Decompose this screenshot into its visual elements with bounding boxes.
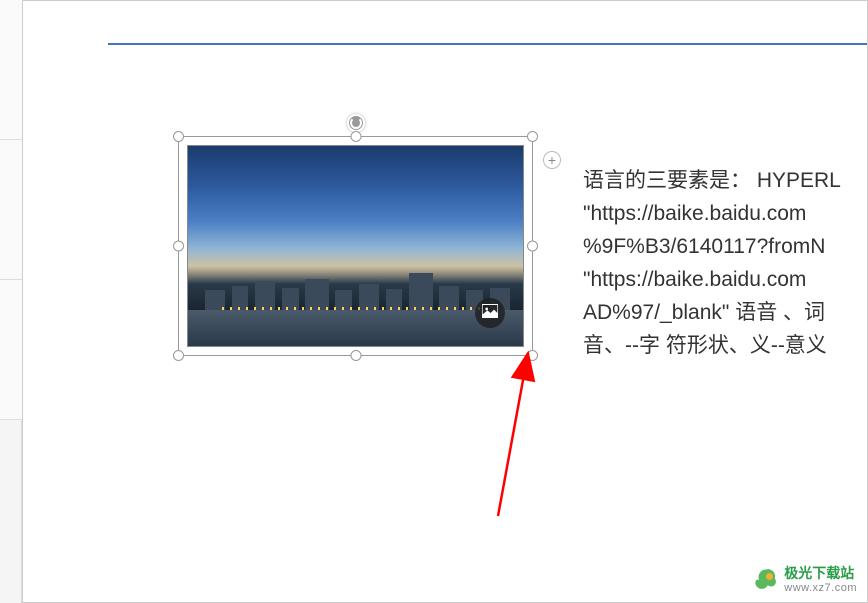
text-line: 语言的三要素是： HYPERL	[583, 164, 867, 197]
cityscape-silhouette	[188, 266, 523, 310]
resize-handle-top-left[interactable]	[173, 131, 184, 142]
sky-gradient	[188, 146, 523, 282]
rotate-handle[interactable]	[347, 114, 365, 132]
text-line: 音、--字 符形状、义--意义	[583, 329, 867, 362]
resize-handle-middle-left[interactable]	[173, 241, 184, 252]
resize-handle-bottom-middle[interactable]	[350, 350, 361, 361]
sidebar-slot[interactable]	[0, 0, 22, 140]
resize-handle-top-right[interactable]	[527, 131, 538, 142]
resize-handle-top-middle[interactable]	[350, 131, 361, 142]
watermark: 极光下载站 www.xz7.com	[752, 566, 857, 594]
sidebar-thumbnails	[0, 0, 22, 603]
text-line: AD%97/_blank" 语音 、词	[583, 296, 867, 329]
building-silhouette	[255, 281, 275, 310]
selection-box	[178, 136, 533, 356]
text-line: "https://baike.baidu.com	[583, 197, 867, 230]
document-text[interactable]: 语言的三要素是： HYPERL"https://baike.baidu.com%…	[583, 164, 867, 362]
add-button[interactable]: +	[543, 151, 561, 169]
text-line: %9F%B3/6140117?fromN	[583, 230, 867, 263]
watermark-url: www.xz7.com	[784, 582, 857, 594]
horizontal-rule	[108, 43, 867, 45]
sidebar-slot[interactable]	[0, 280, 22, 420]
watermark-title: 极光下载站	[784, 566, 857, 581]
building-silhouette	[305, 279, 328, 310]
selected-image[interactable]: +	[178, 136, 533, 356]
text-line: "https://baike.baidu.com	[583, 263, 867, 296]
image-content	[187, 145, 524, 347]
picture-icon	[482, 304, 498, 323]
resize-handle-bottom-left[interactable]	[173, 350, 184, 361]
watermark-logo-icon	[752, 566, 780, 594]
document-canvas[interactable]: + 语言的三要素是： HYPERL"https://baike.baidu.co…	[22, 0, 868, 603]
building-silhouette	[409, 273, 432, 310]
picture-options-button[interactable]	[475, 298, 505, 328]
sidebar-slot[interactable]	[0, 140, 22, 280]
annotation-arrow	[473, 341, 583, 521]
resize-handle-middle-right[interactable]	[527, 241, 538, 252]
resize-handle-bottom-right[interactable]	[527, 350, 538, 361]
water-reflection	[188, 310, 523, 346]
